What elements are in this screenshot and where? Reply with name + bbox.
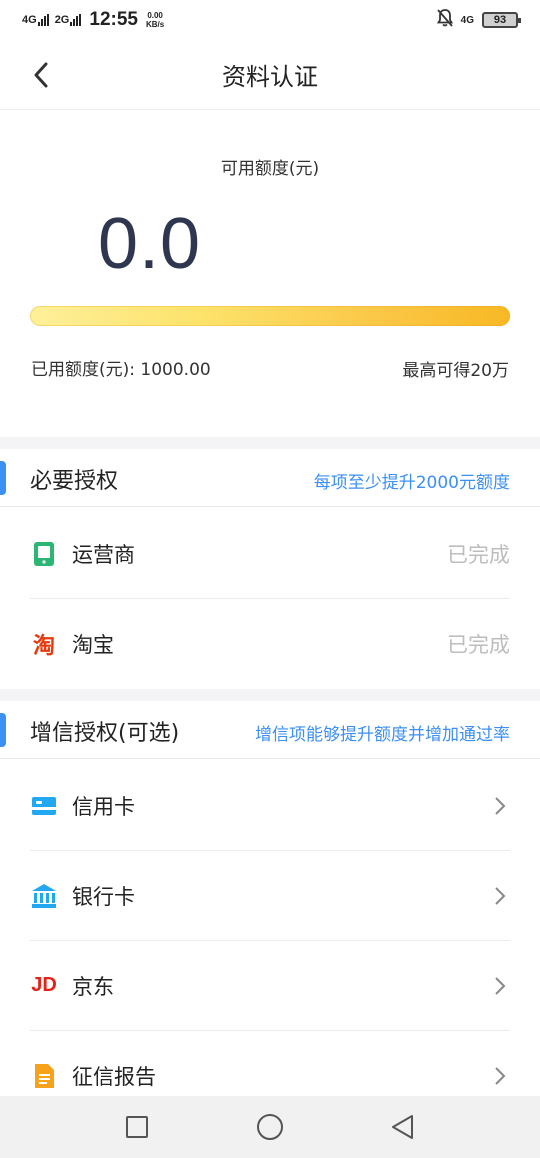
home-button[interactable]: [250, 1107, 290, 1147]
speed-unit: KB/s: [145, 20, 165, 29]
required-auth-header: 必要授权 每项至少提升2000元额度: [0, 449, 540, 507]
auth-item-status: 已完成: [447, 633, 510, 657]
auth-item-bank-card[interactable]: 银行卡: [30, 851, 510, 941]
required-auth-title: 必要授权: [30, 469, 119, 494]
optional-auth-hint: 增信项能够提升额度并增加通过率: [255, 725, 510, 745]
back-button[interactable]: [24, 58, 58, 92]
section-accent-bar: [0, 461, 6, 495]
quota-card: 可用额度(元) 0.0 已用额度(元): 1000.00 最高可得20万: [0, 111, 540, 437]
circle-icon: [256, 1114, 283, 1140]
status-left: 4G 2G 12:55 0.00 KB/s: [22, 9, 164, 31]
square-icon: [125, 1116, 148, 1138]
auth-item-credit-card[interactable]: 信用卡: [30, 761, 510, 851]
bank-icon: [30, 882, 58, 910]
network-type-2: 2G: [54, 14, 70, 26]
nav-bar: 资料认证: [0, 40, 540, 110]
auth-item-jd[interactable]: JD 京东: [30, 941, 510, 1031]
status-right: 4G 93: [436, 8, 521, 32]
chevron-right-icon: [490, 884, 510, 908]
signal-4g-indicator: 4G: [22, 14, 49, 26]
signal-2g-indicator: 2G: [55, 14, 82, 26]
battery-icon: 93: [482, 12, 521, 28]
auth-item-carrier[interactable]: 运营商 已完成: [30, 509, 510, 599]
optional-auth-title: 增信授权(可选): [30, 721, 180, 746]
recent-apps-button[interactable]: [117, 1107, 157, 1147]
signal-bars-icon: [37, 14, 49, 26]
auth-item-status: 已完成: [447, 542, 510, 567]
max-quota-label: 最高可得20万: [402, 361, 509, 381]
speed-value: 0.00: [147, 11, 163, 20]
triangle-back-icon: [392, 1115, 414, 1139]
clock: 12:55: [89, 9, 138, 30]
available-quota-label: 可用额度(元): [220, 159, 320, 179]
jd-icon: JD: [31, 974, 57, 996]
auth-item-label: 征信报告: [72, 1065, 156, 1089]
system-navigation-bar: [0, 1096, 540, 1158]
auth-item-label: 运营商: [72, 542, 135, 567]
used-quota-label: 已用额度(元): 1000.00: [31, 360, 211, 380]
page-title: 资料认证: [222, 63, 318, 91]
taobao-icon: 淘: [32, 634, 55, 659]
section-divider: [0, 689, 540, 701]
required-auth-hint: 每项至少提升2000元额度: [313, 473, 510, 493]
chevron-right-icon: [490, 1064, 510, 1088]
available-quota-value: 0.0: [98, 204, 202, 284]
auth-item-label: 京东: [72, 974, 114, 999]
network-speed: 0.00 KB/s: [146, 11, 164, 29]
chevron-right-icon: [490, 974, 510, 998]
credit-auth-screen: 4G 2G 12:55 0.00 KB/s 4G 93 资料认证 可用额度(元)…: [0, 0, 540, 1158]
auth-item-label: 淘宝: [72, 633, 114, 657]
notification-off-icon: [436, 8, 453, 32]
auth-item-label: 信用卡: [72, 794, 135, 819]
battery-level: 93: [493, 14, 507, 26]
chevron-left-icon: [34, 62, 48, 88]
network-type-3: 4G: [460, 14, 474, 26]
back-nav-button[interactable]: [383, 1107, 423, 1147]
chevron-right-icon: [490, 794, 510, 818]
optional-auth-header: 增信授权(可选) 增信项能够提升额度并增加通过率: [0, 701, 540, 759]
quota-progress-bar: [30, 306, 510, 326]
credit-card-icon: [30, 792, 58, 820]
auth-item-label: 银行卡: [72, 884, 135, 909]
report-icon: [30, 1062, 58, 1090]
section-accent-bar: [0, 713, 6, 747]
signal-bars-icon: [70, 14, 82, 26]
section-divider: [0, 437, 540, 449]
phone-icon: [30, 540, 58, 568]
auth-item-taobao[interactable]: 淘 淘宝 已完成: [30, 599, 510, 689]
network-type-1: 4G: [22, 14, 37, 26]
status-bar: 4G 2G 12:55 0.00 KB/s 4G 93: [0, 0, 540, 40]
